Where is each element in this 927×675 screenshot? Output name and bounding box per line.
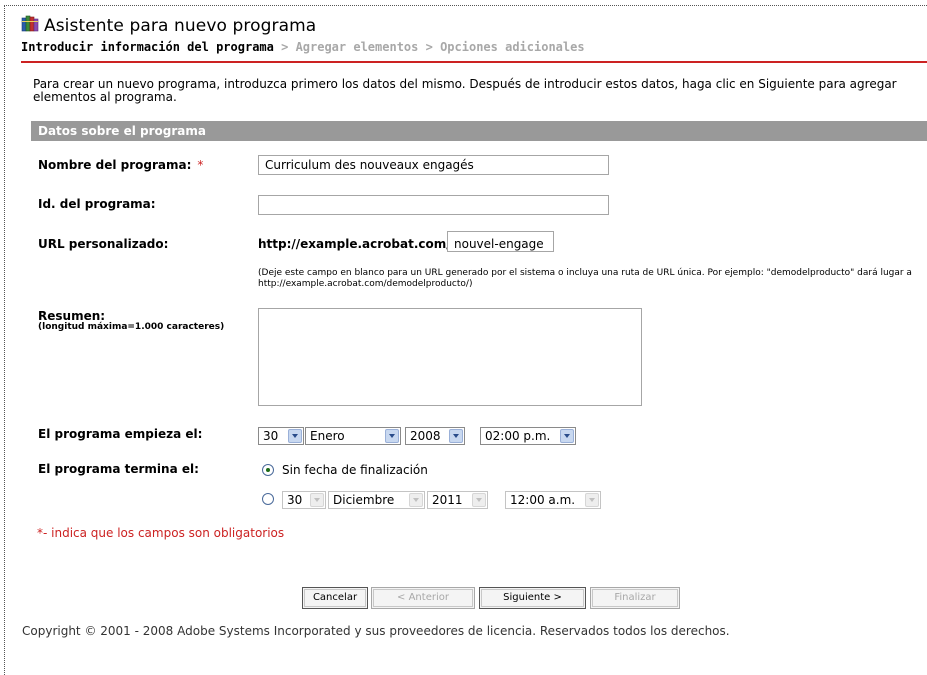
required-mark: * xyxy=(197,158,204,172)
required-fields-note: *- indica que los campos son obligatorio… xyxy=(37,526,285,540)
chevron-down-icon xyxy=(310,493,324,507)
cancel-button[interactable]: Cancelar xyxy=(302,587,368,609)
end-year-value: 2011 xyxy=(432,493,463,507)
chevron-down-icon xyxy=(385,429,399,443)
breadcrumb: Introducir información del programa > Ag… xyxy=(21,40,585,54)
no-end-date-radio[interactable] xyxy=(262,464,274,476)
chevron-down-icon xyxy=(472,493,486,507)
summary-textarea[interactable] xyxy=(258,308,642,406)
previous-button[interactable]: < Anterior xyxy=(371,587,475,609)
finish-button[interactable]: Finalizar xyxy=(590,587,680,609)
page-border-left xyxy=(4,5,5,675)
copyright-text: Copyright © 2001 - 2008 Adobe Systems In… xyxy=(22,624,730,638)
program-name-input[interactable]: Curriculum des nouveaux engagés xyxy=(258,155,609,175)
end-time-select[interactable]: 12:00 a.m. xyxy=(505,491,601,509)
custom-url-prefix: http://example.acrobat.com/ xyxy=(258,237,451,251)
breadcrumb-current-step: Introducir información del programa xyxy=(21,40,274,54)
header-divider xyxy=(21,61,927,63)
end-year-select[interactable]: 2011 xyxy=(427,491,488,509)
custom-url-note: (Deje este campo en blanco para un URL g… xyxy=(258,268,912,289)
end-date-radio[interactable] xyxy=(262,493,274,505)
start-month-select[interactable]: Enero xyxy=(305,427,401,445)
start-time-select[interactable]: 02:00 p.m. xyxy=(480,427,576,445)
section-header: Datos sobre el programa xyxy=(31,121,927,141)
start-year-select[interactable]: 2008 xyxy=(405,427,465,445)
end-month-select[interactable]: Diciembre xyxy=(328,491,425,509)
breadcrumb-step-add-elements: Agregar elementos xyxy=(295,40,419,54)
program-name-label-text: Nombre del programa: xyxy=(38,158,192,172)
custom-url-input[interactable]: nouvel-engage xyxy=(447,231,554,252)
breadcrumb-step-additional-options: Opciones adicionales xyxy=(440,40,585,54)
chevron-down-icon xyxy=(409,493,423,507)
page-border-top xyxy=(4,5,927,6)
summary-label: Resumen: xyxy=(38,309,106,323)
program-name-label: Nombre del programa: * xyxy=(38,158,203,172)
intro-text: Para crear un nuevo programa, introduzca… xyxy=(33,77,897,104)
summary-max-length-note: (longitud máxima=1.000 caracteres) xyxy=(38,322,225,332)
chevron-down-icon xyxy=(288,429,302,443)
end-month-value: Diciembre xyxy=(333,493,395,507)
next-button[interactable]: Siguiente > xyxy=(479,587,586,609)
start-time-value: 02:00 p.m. xyxy=(485,429,551,443)
end-date-label: El programa termina el: xyxy=(38,462,199,476)
end-time-value: 12:00 a.m. xyxy=(510,493,576,507)
chevron-down-icon xyxy=(560,429,574,443)
start-month-value: Enero xyxy=(310,429,345,443)
custom-url-label: URL personalizado: xyxy=(38,237,169,251)
program-id-input[interactable] xyxy=(258,195,609,215)
books-icon xyxy=(21,15,39,32)
chevron-down-icon xyxy=(585,493,599,507)
chevron-down-icon xyxy=(449,429,463,443)
start-year-value: 2008 xyxy=(410,429,441,443)
wizard-title: Asistente para nuevo programa xyxy=(44,16,317,36)
start-day-value: 30 xyxy=(263,429,279,443)
breadcrumb-separator: > xyxy=(418,40,441,54)
program-id-label: Id. del programa: xyxy=(38,197,156,211)
no-end-date-label: Sin fecha de finalización xyxy=(282,463,428,477)
end-day-value: 30 xyxy=(287,493,303,507)
end-day-select[interactable]: 30 xyxy=(282,491,326,509)
start-day-select[interactable]: 30 xyxy=(258,427,304,445)
breadcrumb-separator: > xyxy=(273,40,296,54)
start-date-label: El programa empieza el: xyxy=(38,427,203,441)
